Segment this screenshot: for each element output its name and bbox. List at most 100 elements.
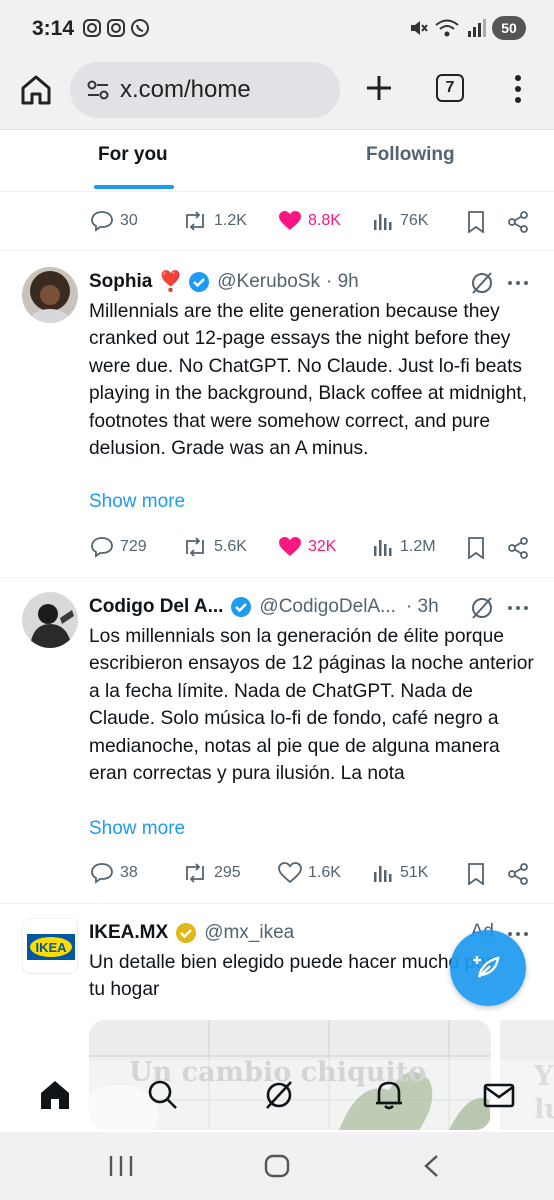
avatar[interactable] — [22, 267, 78, 323]
like-count: 8.8K — [308, 212, 341, 229]
verified-badge-icon — [189, 271, 210, 292]
bookmark-icon[interactable] — [466, 211, 486, 233]
tweet-time: · 3h — [405, 596, 439, 617]
views-count: 1.2M — [400, 538, 436, 555]
views-count: 51K — [400, 864, 429, 881]
ikea-logo[interactable]: IKEA — [22, 918, 78, 974]
notifications-icon[interactable] — [372, 1078, 406, 1112]
like-count: 32K — [308, 538, 337, 555]
wifi-icon — [435, 19, 459, 37]
bookmark-icon[interactable] — [466, 537, 486, 559]
signal-icon — [468, 19, 486, 37]
compose-post-button[interactable] — [450, 930, 526, 1006]
tweet[interactable]: Codigo Del A... @CodigoDelA... · 3h Los … — [0, 578, 554, 903]
recent-apps-icon[interactable] — [108, 1154, 134, 1178]
reply-button[interactable]: 729 — [90, 527, 147, 567]
repost-count: 295 — [214, 864, 241, 881]
reply-count: 729 — [120, 538, 147, 555]
tweet-text: Millennials are the elite generation bec… — [89, 301, 528, 460]
views-icon — [374, 214, 392, 230]
like-button[interactable]: 32K — [278, 527, 336, 567]
verified-badge-icon — [231, 597, 252, 617]
heart-filled-icon — [279, 537, 301, 556]
tweet-text: Un detalle bien elegido puede hacer much… — [89, 952, 493, 1001]
browser-toolbar: x.com/home 7 — [0, 58, 554, 130]
reply-icon — [91, 211, 113, 232]
tweet-header: Sophia ❣️ @KeruboSk · 9h — [89, 269, 359, 294]
reply-icon — [91, 537, 113, 558]
home-icon[interactable] — [38, 1078, 72, 1112]
show-more-link[interactable]: Show more — [89, 491, 185, 513]
system-navigation-bar — [0, 1132, 554, 1200]
views-icon — [374, 866, 392, 882]
browser-menu-icon[interactable] — [506, 72, 530, 106]
tweet-text: Los millennials son la generación de éli… — [89, 626, 534, 785]
tweet-header: Codigo Del A... @CodigoDelA... · 3h — [89, 595, 439, 619]
tweet-action-bar: 30 1.2K 8.8K 76K — [0, 201, 554, 241]
bookmark-icon[interactable] — [466, 863, 486, 885]
share-icon[interactable] — [506, 862, 530, 886]
tab-following[interactable]: Following — [366, 144, 455, 166]
tab-switcher-button[interactable]: 7 — [436, 74, 464, 102]
views-button[interactable]: 76K — [372, 201, 428, 241]
repost-count: 5.6K — [214, 538, 247, 555]
compose-feather-icon — [473, 956, 500, 978]
like-count: 1.6K — [308, 864, 341, 881]
search-icon[interactable] — [146, 1078, 180, 1112]
browser-home-icon[interactable] — [18, 72, 54, 108]
views-button[interactable]: 1.2M — [372, 527, 436, 567]
bottom-navigation — [0, 1060, 554, 1132]
url-text: x.com/home — [120, 76, 251, 103]
back-icon[interactable] — [422, 1154, 442, 1178]
new-tab-icon[interactable] — [362, 71, 396, 105]
repost-count: 1.2K — [214, 212, 247, 229]
grok-icon[interactable] — [262, 1078, 296, 1112]
author-handle[interactable]: @CodigoDelA... — [259, 596, 396, 618]
address-bar[interactable]: x.com/home — [70, 62, 340, 118]
instagram-icon — [83, 19, 101, 37]
more-options-icon[interactable] — [506, 596, 530, 620]
author-handle[interactable]: @mx_ikea — [204, 922, 294, 944]
grok-icon[interactable] — [468, 594, 496, 622]
repost-button[interactable]: 1.2K — [182, 201, 247, 241]
views-count: 76K — [400, 212, 429, 229]
notification-icons — [82, 18, 150, 38]
share-icon[interactable] — [506, 210, 530, 234]
mute-icon — [411, 21, 428, 35]
show-more-link[interactable]: Show more — [89, 818, 185, 840]
share-icon[interactable] — [506, 536, 530, 560]
views-button[interactable]: 51K — [372, 853, 428, 893]
tweet[interactable]: Sophia ❣️ @KeruboSk · 9h Millennials are… — [0, 251, 554, 577]
system-home-icon[interactable] — [264, 1154, 290, 1178]
name-emoji: ❣️ — [158, 271, 184, 293]
like-button[interactable]: 1.6K — [278, 853, 341, 893]
reply-button[interactable]: 30 — [90, 201, 138, 241]
active-tab-indicator — [94, 185, 174, 189]
tweet-time: · 9h — [325, 270, 359, 292]
views-icon — [374, 540, 392, 556]
author-name[interactable]: Codigo Del A... — [89, 596, 223, 618]
grok-icon[interactable] — [468, 269, 496, 297]
tweet-action-bar: 729 5.6K 32K 1.2M — [0, 527, 554, 567]
repost-icon — [186, 211, 204, 231]
repost-button[interactable]: 5.6K — [182, 527, 247, 567]
repost-icon — [186, 863, 204, 883]
battery-indicator: 50 — [492, 16, 526, 40]
author-name[interactable]: IKEA.MX — [89, 922, 168, 944]
site-settings-icon[interactable] — [84, 76, 112, 104]
like-button[interactable]: 8.8K — [278, 201, 341, 241]
tab-for-you[interactable]: For you — [98, 144, 168, 166]
reply-count: 38 — [120, 864, 138, 881]
status-bar: 3:14 50 — [0, 0, 554, 58]
author-handle[interactable]: @KeruboSk — [217, 271, 320, 293]
repost-button[interactable]: 295 — [182, 853, 241, 893]
author-name[interactable]: Sophia — [89, 271, 152, 293]
reply-button[interactable]: 38 — [90, 853, 138, 893]
tweet-action-bar: 38 295 1.6K 51K — [0, 853, 554, 893]
whatsapp-icon — [131, 19, 149, 37]
more-options-icon[interactable] — [506, 271, 530, 295]
ikea-logo-text: IKEA — [35, 940, 67, 955]
avatar[interactable] — [22, 592, 78, 648]
messages-icon[interactable] — [482, 1078, 516, 1112]
heart-outline-icon — [278, 862, 302, 884]
